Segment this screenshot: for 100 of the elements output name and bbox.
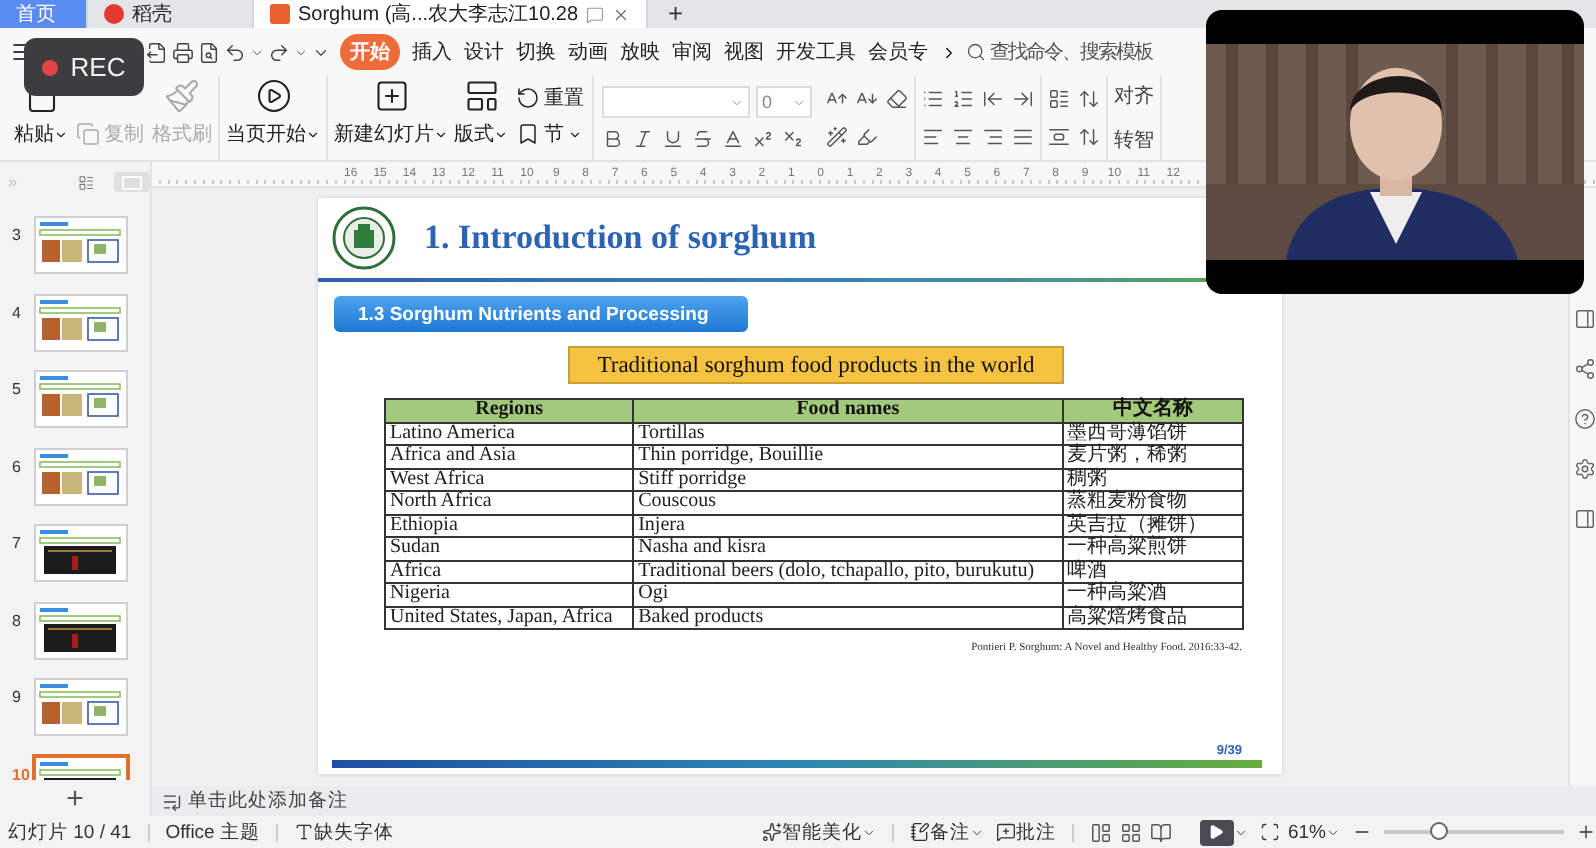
comment-add-icon[interactable] (995, 822, 1016, 842)
slide-thumbnail[interactable] (34, 370, 128, 428)
ribbon-tab[interactable]: 切换 (516, 34, 556, 70)
line-spacing-icon[interactable] (1078, 126, 1100, 148)
notes-icon[interactable] (909, 822, 930, 842)
ribbon-tool[interactable]: 新建幻灯片 (332, 78, 450, 160)
table-cell: Thin porridge, Bouillie (633, 445, 1063, 468)
numbered-list-icon[interactable] (952, 88, 974, 110)
strikethrough-icon[interactable] (692, 128, 714, 150)
outdent-icon[interactable] (982, 88, 1004, 110)
printer-icon[interactable] (172, 41, 194, 63)
bold-icon[interactable] (602, 128, 624, 150)
paragraph-spacing-icon[interactable] (1048, 126, 1070, 148)
caret-icon[interactable] (294, 45, 308, 59)
column-header: Food names (633, 399, 1063, 422)
font-size-field[interactable]: 0 (756, 86, 812, 118)
sparkles-icon[interactable] (761, 822, 782, 842)
normal-view-icon[interactable] (1089, 821, 1112, 843)
line-spacing-icon[interactable] (1078, 88, 1100, 110)
reset-icon (516, 86, 540, 110)
new-tab-button[interactable]: + (648, 0, 704, 28)
ribbon-tool[interactable]: 转智 (1114, 126, 1154, 154)
text-effect-icon[interactable] (826, 126, 848, 148)
table-cell: 一种高粱煎饼 (1062, 537, 1243, 560)
table-cell: Ethiopia (385, 514, 634, 537)
notes-field[interactable]: 单击此处添加备注 (188, 788, 348, 814)
preview-icon[interactable] (198, 41, 220, 63)
ribbon-tab[interactable]: 视图 (724, 34, 764, 70)
table-cell: United States, Japan, Africa (385, 606, 634, 629)
align-left-icon[interactable] (922, 126, 944, 148)
justify-icon[interactable] (1012, 126, 1034, 148)
ribbon-tab[interactable]: 动画 (568, 34, 608, 70)
caret-icon[interactable] (250, 45, 264, 59)
ribbon-tab[interactable]: 审阅 (672, 34, 712, 70)
beautify-button[interactable]: 智能美化 (781, 819, 862, 845)
export-icon[interactable] (146, 41, 168, 63)
slide-number: 8 (12, 609, 23, 629)
italic-icon[interactable] (632, 128, 654, 150)
ribbon-tab[interactable]: 会员专 (868, 34, 928, 70)
slide-thumbnail[interactable] (34, 601, 128, 659)
close-icon[interactable] (612, 5, 631, 23)
zoom-in-icon[interactable] (1576, 822, 1596, 842)
search-icon[interactable] (966, 42, 986, 62)
recording-toast[interactable]: REC (24, 38, 144, 96)
slide-number: 7 (12, 532, 23, 552)
column-header: Regions (385, 399, 634, 422)
indent-icon[interactable] (1012, 88, 1034, 110)
align-center-icon[interactable] (952, 126, 974, 148)
ribbon-tool[interactable]: 节 (512, 120, 588, 148)
share-icon[interactable] (1574, 358, 1596, 380)
slide-thumbnail[interactable] (34, 524, 128, 582)
ribbon-tool[interactable]: 重置 (512, 84, 588, 112)
slide-thumbnail[interactable] (34, 678, 128, 736)
highlighter-icon[interactable] (856, 126, 878, 148)
font-color-icon[interactable] (722, 128, 744, 150)
font-name-field[interactable] (602, 86, 750, 118)
superscript-icon[interactable] (752, 128, 774, 150)
comments-button[interactable]: 批注 (1015, 819, 1056, 845)
ribbon-tool[interactable]: 版式 (452, 78, 510, 160)
table-cell: 啤酒 (1062, 560, 1243, 583)
ribbon-tab[interactable]: 插入 (412, 34, 452, 70)
panel-icon[interactable] (1574, 308, 1596, 330)
thumbnail-view-button[interactable] (114, 172, 150, 192)
comment-icon[interactable] (586, 5, 605, 23)
missing-fonts-button[interactable]: 缺失字体 (313, 819, 394, 845)
table-cell: 高粱焙烤食品 (1062, 606, 1243, 629)
ribbon-tab[interactable]: 设计 (464, 34, 504, 70)
browser-tab[interactable]: Sorghum (高...农大李志江10.28 (254, 0, 649, 28)
underline-icon[interactable] (662, 128, 684, 150)
fit-icon[interactable] (1259, 822, 1280, 842)
eraser-icon[interactable] (886, 88, 908, 110)
add-slide-button[interactable]: + (0, 780, 150, 816)
redo-icon[interactable] (268, 41, 290, 63)
undo-icon[interactable] (224, 41, 246, 63)
font-icon[interactable] (293, 822, 314, 842)
align-right-icon[interactable] (982, 126, 1004, 148)
slide-thumbnail[interactable] (34, 447, 128, 505)
notes-icon[interactable] (162, 791, 182, 811)
help-icon[interactable] (1574, 408, 1596, 430)
ribbon-tab[interactable]: 放映 (620, 34, 660, 70)
slide-thumbnail[interactable] (34, 293, 128, 351)
reading-view-icon[interactable] (1149, 821, 1172, 843)
subscript-icon[interactable] (782, 128, 804, 150)
outline-view-icon[interactable] (77, 171, 94, 193)
ribbon-tool[interactable]: 当页开始 (224, 78, 322, 160)
slide-number: 6 (12, 455, 23, 475)
search-field[interactable]: 查找命令、搜索模板 (990, 38, 1152, 66)
grid-view-icon[interactable] (1119, 821, 1142, 843)
more-tabs-icon[interactable] (940, 43, 958, 61)
text-direction-icon[interactable] (1048, 88, 1070, 110)
settings-icon[interactable] (1574, 458, 1596, 480)
zoom-level[interactable]: 61% (1287, 821, 1326, 843)
panel-icon[interactable] (1574, 508, 1596, 530)
table-cell: 一种高粱酒 (1062, 583, 1243, 606)
slideshow-button[interactable] (1199, 819, 1234, 845)
slide-thumbnail[interactable] (34, 216, 128, 274)
slider-thumb[interactable] (1430, 822, 1448, 840)
notes-button[interactable]: 备注 (929, 819, 970, 845)
ribbon-tab[interactable]: 开发工具 (776, 34, 856, 70)
ribbon-tool[interactable]: 对齐 (1114, 82, 1154, 110)
